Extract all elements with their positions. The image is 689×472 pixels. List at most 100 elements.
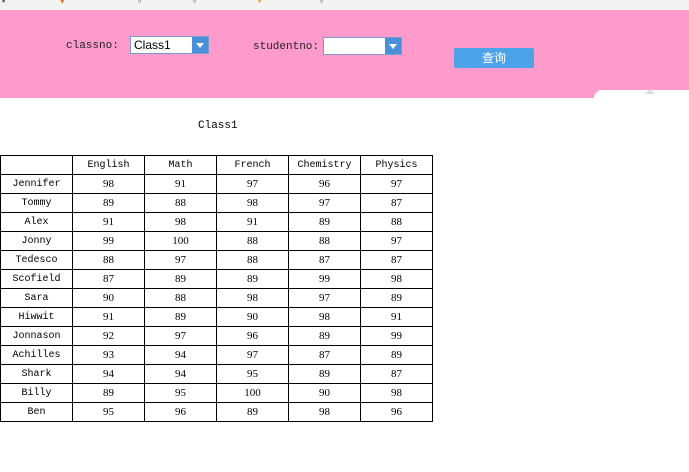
- student-name-cell: Billy: [0, 383, 73, 403]
- score-cell: 87: [288, 345, 361, 365]
- bookmark-fragment[interactable]: ▫: [193, 0, 196, 6]
- score-cell: 93: [72, 345, 145, 365]
- score-cell: 95: [144, 383, 217, 403]
- query-button[interactable]: 查询: [454, 48, 534, 68]
- bookmark-fragment[interactable]: ▪: [2, 0, 5, 6]
- bookmark-fragment[interactable]: ▫: [138, 0, 141, 6]
- student-name-cell: Alex: [0, 212, 73, 232]
- header-tab-notch: [594, 90, 689, 98]
- score-cell: 88: [216, 250, 289, 270]
- score-cell: 87: [360, 193, 433, 213]
- score-cell: 89: [72, 193, 145, 213]
- filter-header: classno: Class1 studentno: 查询: [0, 10, 689, 98]
- student-name-cell: Scofield: [0, 269, 73, 289]
- score-cell: 98: [288, 402, 361, 422]
- score-cell: 98: [360, 269, 433, 289]
- score-cell: 99: [360, 326, 433, 346]
- column-header-chemistry: Chemistry: [288, 155, 361, 175]
- table-row: Shark 94 94 95 89 87: [0, 364, 433, 384]
- student-name-cell: Tommy: [0, 193, 73, 213]
- score-cell: 89: [288, 212, 361, 232]
- table-row: Jonny 99 100 88 88 97: [0, 231, 433, 251]
- table-row: Hiwwit 91 89 90 98 91: [0, 307, 433, 327]
- chevron-down-icon[interactable]: [385, 38, 401, 54]
- score-cell: 98: [360, 383, 433, 403]
- column-header-physics: Physics: [360, 155, 433, 175]
- score-cell: 90: [72, 288, 145, 308]
- score-cell: 98: [216, 288, 289, 308]
- score-cell: 95: [216, 364, 289, 384]
- student-name-cell: Sara: [0, 288, 73, 308]
- score-cell: 89: [144, 269, 217, 289]
- table-row: Tedesco 88 97 88 87 87: [0, 250, 433, 270]
- score-cell: 89: [288, 364, 361, 384]
- score-cell: 94: [72, 364, 145, 384]
- student-name-cell: Ben: [0, 402, 73, 422]
- student-name-cell: Jennifer: [0, 174, 73, 194]
- column-header-english: English: [72, 155, 145, 175]
- bookmark-fragment[interactable]: ▾: [60, 0, 65, 6]
- table-row: Tommy 89 88 98 97 87: [0, 193, 433, 213]
- score-cell: 96: [360, 402, 433, 422]
- table-row: Ben 95 96 89 98 96: [0, 402, 433, 422]
- score-cell: 91: [72, 307, 145, 327]
- score-cell: 91: [360, 307, 433, 327]
- score-cell: 91: [72, 212, 145, 232]
- bookmark-fragment[interactable]: ▪: [258, 0, 261, 6]
- score-cell: 94: [144, 364, 217, 384]
- column-header-math: Math: [144, 155, 217, 175]
- table-row: Sara 90 88 98 97 89: [0, 288, 433, 308]
- score-cell: 98: [288, 307, 361, 327]
- score-cell: 97: [288, 288, 361, 308]
- classno-label: classno:: [66, 40, 119, 52]
- score-cell: 97: [144, 250, 217, 270]
- student-name-cell: Shark: [0, 364, 73, 384]
- table-row: Jennifer 98 91 97 96 97: [0, 174, 433, 194]
- student-name-cell: Jonnason: [0, 326, 73, 346]
- score-cell: 89: [216, 269, 289, 289]
- column-header: [0, 155, 73, 175]
- score-cell: 98: [72, 174, 145, 194]
- classno-selected-value: Class1: [134, 38, 171, 52]
- score-cell: 89: [360, 288, 433, 308]
- score-cell: 96: [216, 326, 289, 346]
- score-cell: 92: [72, 326, 145, 346]
- bookmark-fragment[interactable]: ▫: [320, 0, 323, 6]
- table-row: Scofield 87 89 89 99 98: [0, 269, 433, 289]
- score-cell: 96: [288, 174, 361, 194]
- score-cell: 97: [144, 326, 217, 346]
- score-cell: 91: [144, 174, 217, 194]
- score-cell: 97: [288, 193, 361, 213]
- score-cell: 87: [72, 269, 145, 289]
- score-cell: 99: [72, 231, 145, 251]
- score-cell: 97: [360, 231, 433, 251]
- score-cell: 89: [360, 345, 433, 365]
- table-caption: Class1: [198, 120, 238, 132]
- table-row: Achilles 93 94 97 87 89: [0, 345, 433, 365]
- chevron-down-icon[interactable]: [192, 37, 208, 53]
- table-row: Alex 91 98 91 89 88: [0, 212, 433, 232]
- score-cell: 94: [144, 345, 217, 365]
- student-name-cell: Tedesco: [0, 250, 73, 270]
- score-cell: 88: [72, 250, 145, 270]
- table-row: Jonnason 92 97 96 89 99: [0, 326, 433, 346]
- score-cell: 88: [144, 288, 217, 308]
- score-cell: 88: [360, 212, 433, 232]
- score-cell: 97: [216, 345, 289, 365]
- score-cell: 97: [360, 174, 433, 194]
- score-cell: 88: [288, 231, 361, 251]
- score-cell: 89: [144, 307, 217, 327]
- studentno-select[interactable]: [323, 37, 402, 55]
- score-cell: 89: [216, 402, 289, 422]
- classno-select[interactable]: Class1: [130, 36, 209, 54]
- studentno-label: studentno:: [253, 41, 320, 53]
- score-cell: 88: [216, 231, 289, 251]
- score-cell: 97: [216, 174, 289, 194]
- score-cell: 88: [144, 193, 217, 213]
- score-cell: 98: [216, 193, 289, 213]
- caret-up-icon: [645, 89, 655, 94]
- score-cell: 98: [144, 212, 217, 232]
- student-name-cell: Achilles: [0, 345, 73, 365]
- score-cell: 100: [144, 231, 217, 251]
- score-cell: 96: [144, 402, 217, 422]
